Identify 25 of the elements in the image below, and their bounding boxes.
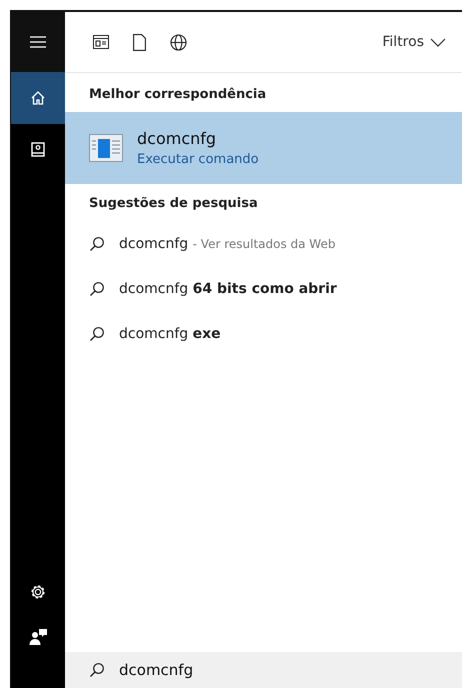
apps-filter-button[interactable] xyxy=(93,35,109,49)
filters-dropdown[interactable]: Filtros xyxy=(382,34,446,50)
search-box[interactable]: dcomcnfg xyxy=(65,652,462,688)
section-heading: Melhor correspondência xyxy=(88,86,268,104)
home-icon xyxy=(30,90,46,106)
search-icon xyxy=(89,326,105,342)
best-match-item[interactable]: dcomcnfg Executar comando xyxy=(65,112,462,184)
search-icon xyxy=(89,662,105,678)
section-heading: Sugestões de pesquisa xyxy=(88,195,259,213)
person-icon xyxy=(29,627,47,645)
search-field[interactable]: dcomcnfg xyxy=(119,661,319,679)
search-icon xyxy=(89,236,105,252)
search-icon xyxy=(89,280,105,296)
result-subtitle: Executar comando xyxy=(137,152,259,167)
notebook-icon xyxy=(31,142,45,158)
suggestion-item[interactable]: dcomcnfg - Ver resultados da Web xyxy=(65,221,462,266)
suggestion-item[interactable]: dcomcnfg 64 bits como abrir xyxy=(65,266,462,311)
document-filter-button[interactable] xyxy=(133,34,146,50)
web-filter-button[interactable] xyxy=(170,34,187,50)
result-title: dcomcnfg xyxy=(137,129,218,148)
menu-icon xyxy=(30,36,46,48)
settings-icon xyxy=(29,583,47,601)
app-window-icon xyxy=(89,134,123,162)
suggestion-item[interactable]: dcomcnfg exe xyxy=(65,311,462,356)
chevron-down-icon xyxy=(430,38,446,46)
